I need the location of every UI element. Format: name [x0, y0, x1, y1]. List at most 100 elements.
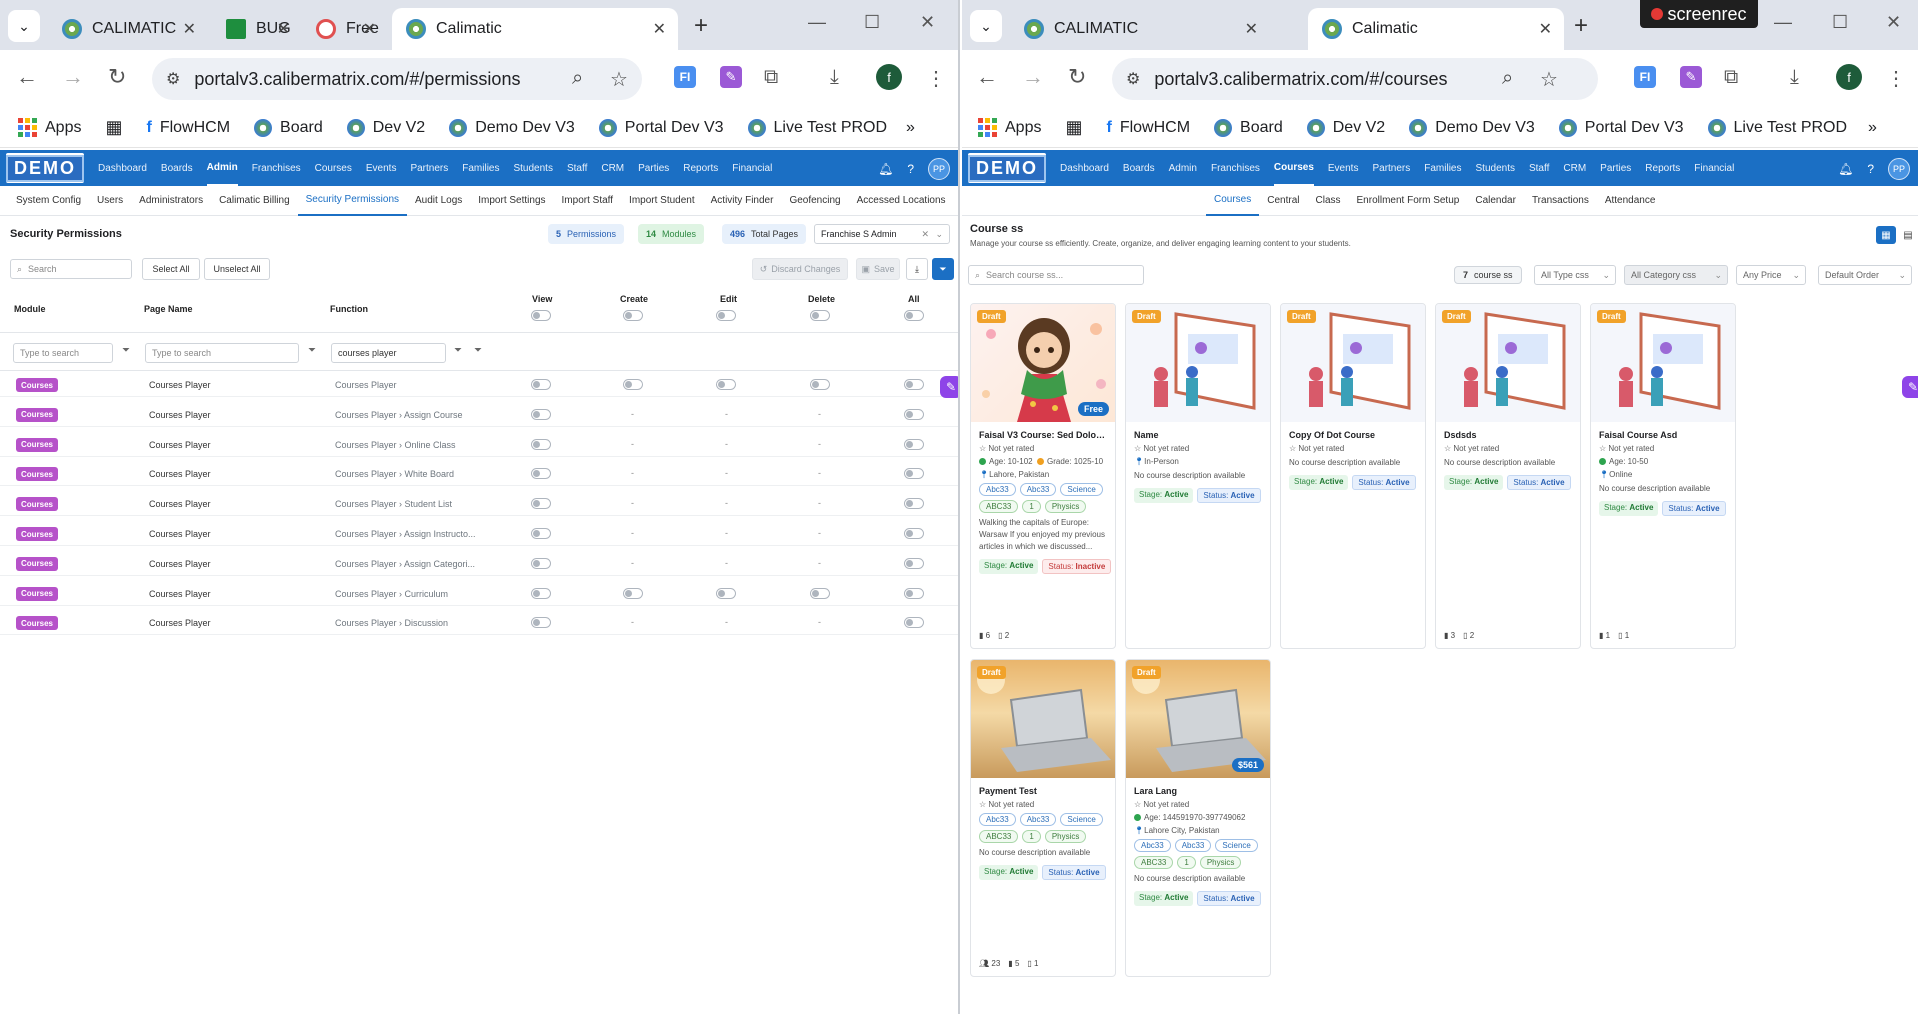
- extension-fi-icon[interactable]: FI: [674, 66, 696, 88]
- close-tab-icon[interactable]: ✕: [1245, 19, 1258, 39]
- view-toggle[interactable]: [531, 379, 551, 390]
- nav-franchises[interactable]: Franchises: [252, 152, 301, 185]
- browser-tab[interactable]: CALIMATIC ✕: [1010, 8, 1270, 50]
- nav-events[interactable]: Events: [1328, 152, 1359, 185]
- nav-crm[interactable]: CRM: [601, 152, 624, 185]
- browser-menu-icon[interactable]: ⋮: [926, 66, 946, 91]
- close-window-icon[interactable]: ✕: [920, 12, 935, 33]
- site-info-icon[interactable]: ⚙: [1126, 69, 1140, 89]
- edit-toggle[interactable]: [716, 587, 736, 599]
- bookmark-star-icon[interactable]: ☆: [610, 67, 628, 92]
- create-all-toggle[interactable]: [623, 310, 643, 321]
- bookmark-livetest[interactable]: Live Test PROD: [747, 118, 887, 137]
- nav-parties[interactable]: Parties: [1600, 152, 1631, 185]
- view-all-toggle[interactable]: [531, 310, 551, 321]
- create-toggle[interactable]: [623, 587, 643, 599]
- create-toggle[interactable]: [623, 379, 643, 390]
- subnav-central[interactable]: Central: [1259, 186, 1307, 215]
- demo-logo[interactable]: DEMO: [6, 153, 84, 183]
- extensions-puzzle-icon[interactable]: ⧉: [764, 66, 778, 89]
- bookmark-star-icon[interactable]: ☆: [1540, 67, 1558, 92]
- screenrec-widget[interactable]: screenrec: [1640, 0, 1758, 28]
- view-toggle[interactable]: [531, 438, 551, 450]
- extension-fi-icon[interactable]: FI: [1634, 66, 1656, 88]
- subnav-geofencing[interactable]: Geofencing: [781, 186, 848, 215]
- nav-financial[interactable]: Financial: [732, 152, 772, 185]
- filter-icon[interactable]: ⏷: [308, 345, 316, 356]
- nav-admin[interactable]: Admin: [206, 151, 238, 186]
- bookmark-demodevv3[interactable]: Demo Dev V3: [1409, 118, 1535, 137]
- course-card[interactable]: Draft Copy Of Dot Course ☆ Not yet rated…: [1280, 303, 1426, 649]
- more-bookmarks-icon[interactable]: »: [906, 119, 915, 137]
- subnav-billing[interactable]: Calimatic Billing: [211, 186, 298, 215]
- all-row-toggle[interactable]: [904, 528, 924, 539]
- extension-pen-icon[interactable]: ✎: [720, 66, 742, 88]
- site-info-icon[interactable]: ⚙: [166, 69, 180, 89]
- address-bar[interactable]: ⚙ portalv3.calibermatrix.com/#/courses ⌕…: [1112, 58, 1598, 100]
- subnav-import-student[interactable]: Import Student: [621, 186, 703, 215]
- nav-crm[interactable]: CRM: [1563, 152, 1586, 185]
- all-row-toggle[interactable]: [904, 498, 924, 510]
- subnav-class[interactable]: Class: [1308, 186, 1349, 215]
- table-view-icon[interactable]: ▤: [1898, 226, 1918, 244]
- category-filter-select[interactable]: All Category css ⌄: [1624, 265, 1728, 285]
- close-tab-icon[interactable]: ✕: [183, 19, 196, 39]
- subnav-enrollment-form[interactable]: Enrollment Form Setup: [1349, 186, 1468, 215]
- course-card[interactable]: Draft Faisal Course Asd ☆ Not yet rated …: [1590, 303, 1736, 649]
- bell-icon[interactable]: 🔔︎: [878, 162, 893, 176]
- minimize-icon[interactable]: —: [808, 12, 826, 33]
- course-card[interactable]: Draft Dsdsds ☆ Not yet rated No course d…: [1435, 303, 1581, 649]
- bell-icon[interactable]: 🔔︎: [1838, 162, 1853, 176]
- delete-toggle[interactable]: [810, 379, 830, 390]
- back-icon[interactable]: ←: [976, 64, 998, 90]
- unselect-all-button[interactable]: Unselect All: [204, 258, 270, 280]
- course-card[interactable]: Draft Name ☆ Not yet rated 📍︎In-Person N…: [1125, 303, 1271, 649]
- nav-parties[interactable]: Parties: [638, 152, 669, 185]
- nav-events[interactable]: Events: [366, 152, 397, 185]
- course-card[interactable]: Draft Free Faisal V3 Course: Sed Dolore …: [970, 303, 1116, 649]
- view-toggle[interactable]: [531, 498, 551, 510]
- bookmark-grid[interactable]: ▦: [105, 117, 122, 138]
- tab-search-button[interactable]: ⌄: [970, 10, 1002, 42]
- help-icon[interactable]: ?: [1867, 162, 1874, 176]
- close-tab-icon[interactable]: ✕: [1539, 19, 1552, 39]
- profile-avatar[interactable]: f: [1836, 64, 1862, 90]
- bookmark-portaldevv3[interactable]: Portal Dev V3: [598, 118, 724, 137]
- view-toggle[interactable]: [531, 468, 551, 480]
- subnav-courses[interactable]: Courses: [1206, 185, 1260, 216]
- subnav-transactions[interactable]: Transactions: [1524, 186, 1597, 215]
- back-icon[interactable]: ←: [16, 64, 38, 90]
- forward-icon[interactable]: →: [1022, 64, 1044, 90]
- close-tab-icon[interactable]: ✕: [653, 19, 666, 39]
- new-tab-icon[interactable]: +: [1574, 12, 1588, 40]
- course-card[interactable]: Draft $561 Lara Lang ☆ Not yet rated Age…: [1125, 659, 1271, 977]
- subnav-accessed-locations[interactable]: Accessed Locations: [849, 186, 954, 215]
- bookmark-board[interactable]: Board: [1214, 118, 1283, 137]
- nav-dashboard[interactable]: Dashboard: [1060, 152, 1109, 185]
- zoom-icon[interactable]: ⌕: [572, 67, 583, 90]
- edit-toggle[interactable]: [716, 379, 736, 390]
- forward-icon[interactable]: →: [62, 64, 84, 90]
- role-select[interactable]: Franchise S Admin ✕ ⌄: [814, 224, 950, 244]
- search-input[interactable]: ⌕ Search: [10, 259, 132, 279]
- close-tab-icon[interactable]: ✕: [277, 19, 290, 39]
- reload-icon[interactable]: ↻: [1068, 64, 1086, 90]
- all-toggle[interactable]: [904, 310, 924, 321]
- all-row-toggle[interactable]: [904, 468, 924, 480]
- extension-pen-icon[interactable]: ✎: [1680, 66, 1702, 88]
- extensions-puzzle-icon[interactable]: ⧉: [1724, 66, 1738, 89]
- save-button[interactable]: ▣ Save: [856, 258, 900, 280]
- view-toggle[interactable]: [531, 528, 551, 539]
- view-toggle[interactable]: [531, 617, 551, 629]
- bookmark-portaldevv3[interactable]: Portal Dev V3: [1558, 118, 1684, 137]
- course-search-input[interactable]: ⌕ Search course ss...: [968, 265, 1144, 285]
- delete-all-toggle[interactable]: [810, 310, 830, 321]
- maximize-icon[interactable]: ☐: [864, 12, 880, 33]
- subnav-activity-finder[interactable]: Activity Finder: [703, 186, 782, 215]
- nav-reports[interactable]: Reports: [1645, 152, 1680, 185]
- nav-students[interactable]: Students: [1476, 152, 1515, 185]
- tab-search-button[interactable]: ⌄: [8, 10, 40, 42]
- all-row-toggle[interactable]: [904, 379, 924, 390]
- page-filter-input[interactable]: Type to search: [145, 343, 299, 363]
- grid-view-icon[interactable]: ▦: [1876, 226, 1896, 244]
